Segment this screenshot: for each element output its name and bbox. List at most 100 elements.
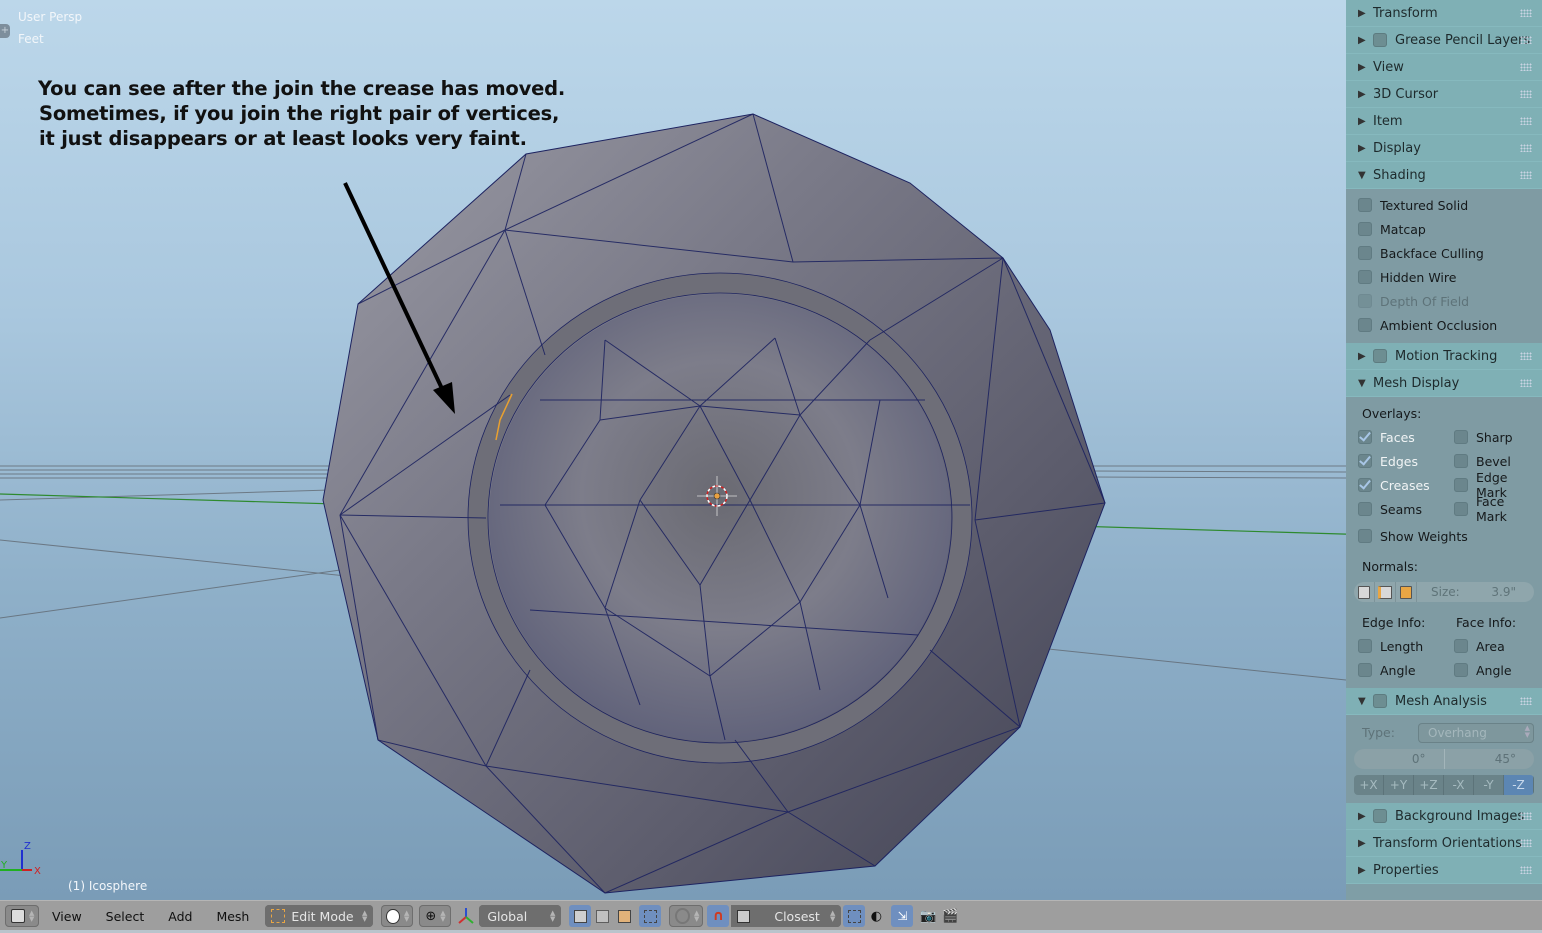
checkbox[interactable] — [1358, 454, 1372, 468]
panel-properties[interactable]: ▶ Properties — [1346, 857, 1542, 884]
render-opengl-button[interactable]: 📷 — [917, 905, 939, 927]
drag-grip-icon[interactable] — [1520, 117, 1532, 125]
panel-3d-cursor[interactable]: ▶ 3D Cursor — [1346, 81, 1542, 108]
overlay-creases[interactable]: Creases — [1346, 473, 1442, 497]
range-min[interactable]: 0° — [1354, 749, 1445, 769]
overlay-faces[interactable]: Faces — [1346, 425, 1442, 449]
axis-button-neg-y[interactable]: -Y — [1474, 775, 1504, 795]
overlay-seams[interactable]: Seams — [1346, 497, 1442, 521]
drag-grip-icon[interactable] — [1520, 9, 1532, 17]
checkbox[interactable] — [1358, 529, 1372, 543]
axis-button-pos-z[interactable]: +Z — [1414, 775, 1444, 795]
overhang-range[interactable]: 0° 45° — [1354, 749, 1534, 769]
option-ambient-occlusion[interactable]: Ambient Occlusion — [1346, 313, 1542, 337]
checkbox[interactable] — [1358, 198, 1372, 212]
drag-grip-icon[interactable] — [1520, 36, 1532, 44]
checkbox[interactable] — [1454, 454, 1468, 468]
snap-element-dropdown[interactable]: Closest ▲ ▼ — [731, 905, 842, 927]
panel-item[interactable]: ▶ Item — [1346, 108, 1542, 135]
axis-button-pos-x[interactable]: +X — [1354, 775, 1384, 795]
drag-grip-icon[interactable] — [1520, 144, 1532, 152]
range-max[interactable]: 45° — [1445, 749, 1535, 769]
axis-button-neg-z[interactable]: -Z — [1504, 775, 1534, 795]
manipulator-icon[interactable] — [457, 907, 475, 925]
drag-grip-icon[interactable] — [1520, 379, 1532, 387]
checkbox[interactable] — [1358, 222, 1372, 236]
render-animation-button[interactable]: 🎬 — [939, 905, 961, 927]
viewport-shading-dropdown[interactable]: ▲ ▼ — [381, 905, 414, 927]
edge-info-angle[interactable]: Angle — [1346, 658, 1442, 682]
panel-enable-checkbox[interactable] — [1373, 694, 1387, 708]
checkbox[interactable] — [1358, 246, 1372, 260]
edge-select-button[interactable] — [591, 905, 613, 927]
3d-viewport[interactable]: + User Persp Feet You can see after the … — [0, 0, 1346, 900]
mode-dropdown[interactable]: Edit Mode ▲ ▼ — [265, 905, 374, 927]
panel-shading[interactable]: ▼ Shading — [1346, 162, 1542, 189]
panel-background-images[interactable]: ▶ Background Images — [1346, 803, 1542, 830]
checkbox[interactable] — [1454, 478, 1468, 492]
editor-type-button[interactable]: ▲ ▼ — [5, 905, 39, 927]
panel-enable-checkbox[interactable] — [1373, 349, 1387, 363]
panel-transform-orientations[interactable]: ▶ Transform Orientations — [1346, 830, 1542, 857]
checkbox[interactable] — [1454, 502, 1468, 516]
snap-target-button[interactable] — [843, 905, 866, 927]
drag-grip-icon[interactable] — [1520, 697, 1532, 705]
proportional-edit-dropdown[interactable]: ▲ ▼ — [669, 905, 704, 927]
menu-add[interactable]: Add — [168, 909, 192, 924]
limit-selection-button[interactable] — [639, 905, 662, 927]
panel-grease-pencil[interactable]: ▶ Grease Pencil Layers — [1346, 27, 1542, 54]
axis-button-neg-x[interactable]: -X — [1444, 775, 1474, 795]
checkbox[interactable] — [1358, 318, 1372, 332]
properties-region[interactable]: ▶ Transform ▶ Grease Pencil Layers ▶ View ▶… — [1346, 0, 1542, 900]
checkbox[interactable] — [1358, 663, 1372, 677]
drag-grip-icon[interactable] — [1520, 839, 1532, 847]
vertex-normals-button[interactable] — [1354, 582, 1375, 602]
checkbox[interactable] — [1358, 430, 1372, 444]
toolshelf-toggle[interactable]: + — [0, 24, 10, 38]
face-select-button[interactable] — [613, 905, 635, 927]
panel-display[interactable]: ▶ Display — [1346, 135, 1542, 162]
face-info-area[interactable]: Area — [1442, 634, 1538, 658]
panel-transform[interactable]: ▶ Transform — [1346, 0, 1542, 27]
menu-select[interactable]: Select — [106, 909, 145, 924]
drag-grip-icon[interactable] — [1520, 866, 1532, 874]
menu-mesh[interactable]: Mesh — [216, 909, 249, 924]
option-matcap[interactable]: Matcap — [1346, 217, 1542, 241]
checkbox[interactable] — [1454, 430, 1468, 444]
checkbox[interactable] — [1358, 270, 1372, 284]
type-dropdown[interactable]: Overhang ▲ ▼ — [1418, 723, 1534, 743]
option-hidden-wire[interactable]: Hidden Wire — [1346, 265, 1542, 289]
face-normals-button[interactable] — [1396, 582, 1417, 602]
overlay-sharp[interactable]: Sharp — [1442, 425, 1538, 449]
face-info-angle[interactable]: Angle — [1442, 658, 1538, 682]
checkbox[interactable] — [1454, 663, 1468, 677]
option-show-weights[interactable]: Show Weights — [1346, 524, 1542, 548]
snap-project-button[interactable]: ⇲ — [891, 905, 914, 927]
drag-grip-icon[interactable] — [1520, 812, 1532, 820]
panel-mesh-analysis[interactable]: ▼ Mesh Analysis — [1346, 688, 1542, 715]
menu-view[interactable]: View — [52, 909, 82, 924]
edge-info-length[interactable]: Length — [1346, 634, 1442, 658]
checkbox[interactable] — [1358, 478, 1372, 492]
orientation-dropdown[interactable]: Global ▲ ▼ — [479, 905, 562, 927]
split-normals-button[interactable] — [1375, 582, 1396, 602]
drag-grip-icon[interactable] — [1520, 90, 1532, 98]
option-backface-culling[interactable]: Backface Culling — [1346, 241, 1542, 265]
normals-size-value[interactable]: 3.9" — [1491, 585, 1516, 599]
align-rotation-button[interactable]: ◐ — [865, 905, 887, 927]
overlay-face-mark[interactable]: Face Mark — [1442, 494, 1538, 524]
drag-grip-icon[interactable] — [1520, 63, 1532, 71]
drag-grip-icon[interactable] — [1520, 171, 1532, 179]
panel-view[interactable]: ▶ View — [1346, 54, 1542, 81]
vertex-select-button[interactable] — [569, 905, 592, 927]
checkbox[interactable] — [1358, 502, 1372, 516]
panel-enable-checkbox[interactable] — [1373, 33, 1387, 47]
panel-enable-checkbox[interactable] — [1373, 809, 1387, 823]
snap-toggle[interactable]: ∩ — [707, 905, 730, 927]
option-textured-solid[interactable]: Textured Solid — [1346, 193, 1542, 217]
checkbox[interactable] — [1358, 639, 1372, 653]
panel-motion-tracking[interactable]: ▶ Motion Tracking — [1346, 343, 1542, 370]
overlay-edges[interactable]: Edges — [1346, 449, 1442, 473]
pivot-point-dropdown[interactable]: ⊕ ▲ ▼ — [419, 905, 452, 927]
drag-grip-icon[interactable] — [1520, 352, 1532, 360]
